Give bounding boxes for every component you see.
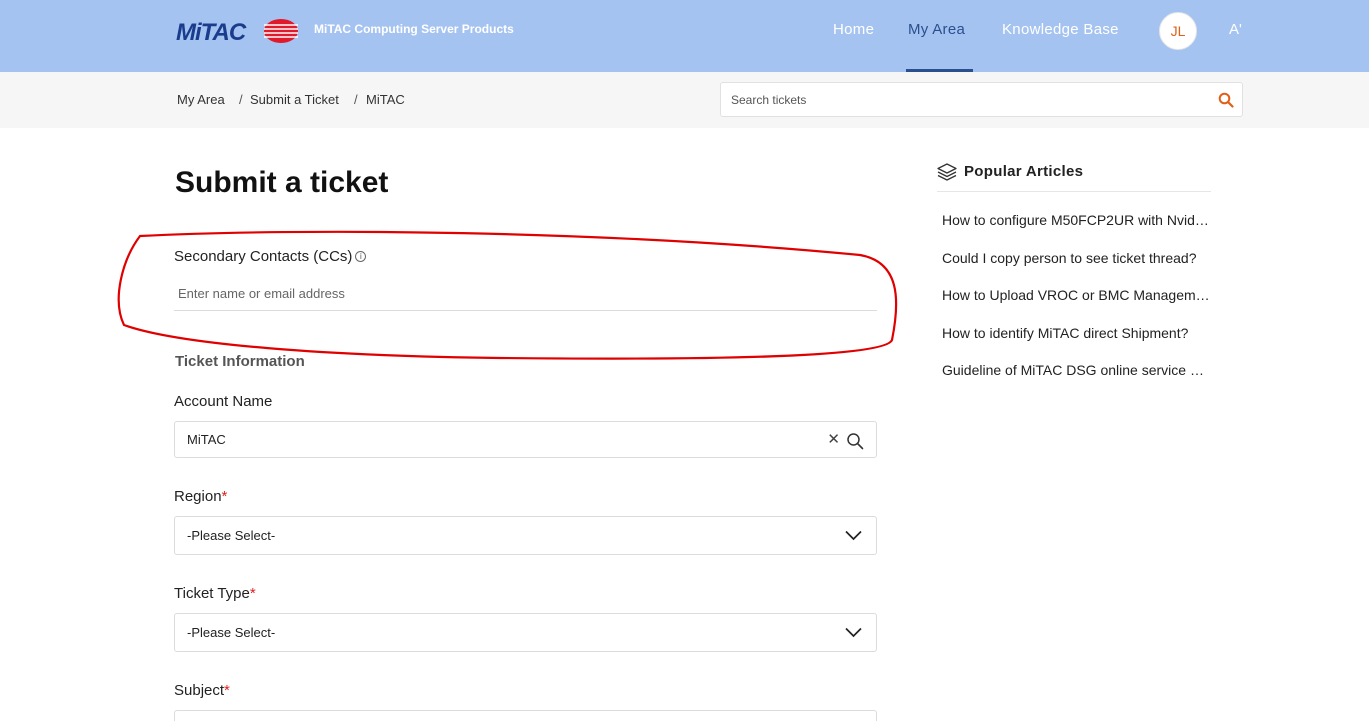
ticket-type-label: Ticket Type* bbox=[174, 585, 256, 602]
article-link[interactable]: How to identify MiTAC direct Shipment? bbox=[942, 325, 1210, 341]
article-link[interactable]: How to configure M50FCP2UR with Nvidia G… bbox=[942, 212, 1210, 228]
account-name-label: Account Name bbox=[174, 393, 273, 410]
region-selected-value: -Please Select- bbox=[187, 528, 276, 543]
cc-input[interactable] bbox=[174, 276, 877, 311]
breadcrumb-bar: My Area / Submit a Ticket / MiTAC bbox=[0, 72, 1369, 128]
subject-label: Subject* bbox=[174, 682, 230, 699]
ticket-type-select[interactable]: -Please Select- bbox=[174, 613, 877, 652]
nav-home[interactable]: Home bbox=[833, 21, 874, 38]
ticket-type-label-text: Ticket Type bbox=[174, 585, 250, 602]
popular-articles-header: Popular Articles bbox=[937, 161, 1211, 192]
search-input[interactable] bbox=[721, 83, 1201, 116]
cc-label-text: Secondary Contacts (CCs) bbox=[174, 248, 353, 265]
lookup-search-icon[interactable] bbox=[846, 432, 864, 450]
cc-label: Secondary Contacts (CCs) i bbox=[174, 248, 367, 265]
font-size-toggle[interactable]: A' bbox=[1229, 21, 1242, 38]
ticket-search bbox=[720, 82, 1243, 117]
search-icon[interactable] bbox=[1218, 92, 1234, 108]
popular-articles-title: Popular Articles bbox=[964, 163, 1084, 180]
breadcrumb-separator: / bbox=[239, 92, 243, 107]
user-avatar[interactable]: JL bbox=[1159, 12, 1197, 50]
article-link[interactable]: Guideline of MiTAC DSG online service po… bbox=[942, 362, 1210, 378]
ticket-type-selected-value: -Please Select- bbox=[187, 625, 276, 640]
breadcrumb-separator: / bbox=[354, 92, 358, 107]
breadcrumb-submit-ticket[interactable]: Submit a Ticket bbox=[250, 92, 339, 107]
required-marker: * bbox=[249, 585, 256, 602]
article-link[interactable]: How to Upload VROC or BMC Management? bbox=[942, 287, 1210, 303]
nav-knowledge-base[interactable]: Knowledge Base bbox=[1002, 21, 1119, 38]
breadcrumb-my-area[interactable]: My Area bbox=[177, 92, 225, 107]
required-marker: * bbox=[224, 682, 230, 699]
info-icon[interactable]: i bbox=[355, 251, 367, 262]
region-label-text: Region bbox=[174, 488, 222, 505]
svg-text:MiTAC: MiTAC bbox=[176, 19, 247, 46]
nav-my-area[interactable]: My Area bbox=[908, 21, 965, 38]
ticket-information-heading: Ticket Information bbox=[175, 353, 305, 370]
account-name-value: MiTAC bbox=[187, 432, 226, 447]
account-name-field[interactable]: MiTAC ✕ bbox=[174, 421, 877, 458]
brand-subtitle: MiTAC Computing Server Products bbox=[314, 22, 514, 36]
chevron-down-icon bbox=[845, 627, 862, 638]
clear-icon[interactable]: ✕ bbox=[827, 430, 840, 448]
top-header: MiTAC MiTAC Computing Server Products Ho… bbox=[0, 0, 1369, 72]
layers-icon bbox=[937, 163, 957, 181]
subject-input[interactable] bbox=[174, 710, 877, 721]
chevron-down-icon bbox=[845, 530, 862, 541]
mitac-logo[interactable]: MiTAC bbox=[176, 16, 300, 46]
subject-label-text: Subject bbox=[174, 682, 225, 699]
breadcrumb-mitac: MiTAC bbox=[366, 92, 405, 107]
required-marker: * bbox=[221, 488, 228, 505]
region-label: Region* bbox=[174, 488, 227, 505]
article-link[interactable]: Could I copy person to see ticket thread… bbox=[942, 250, 1210, 266]
region-select[interactable]: -Please Select- bbox=[174, 516, 877, 555]
page-title: Submit a ticket bbox=[175, 166, 389, 199]
